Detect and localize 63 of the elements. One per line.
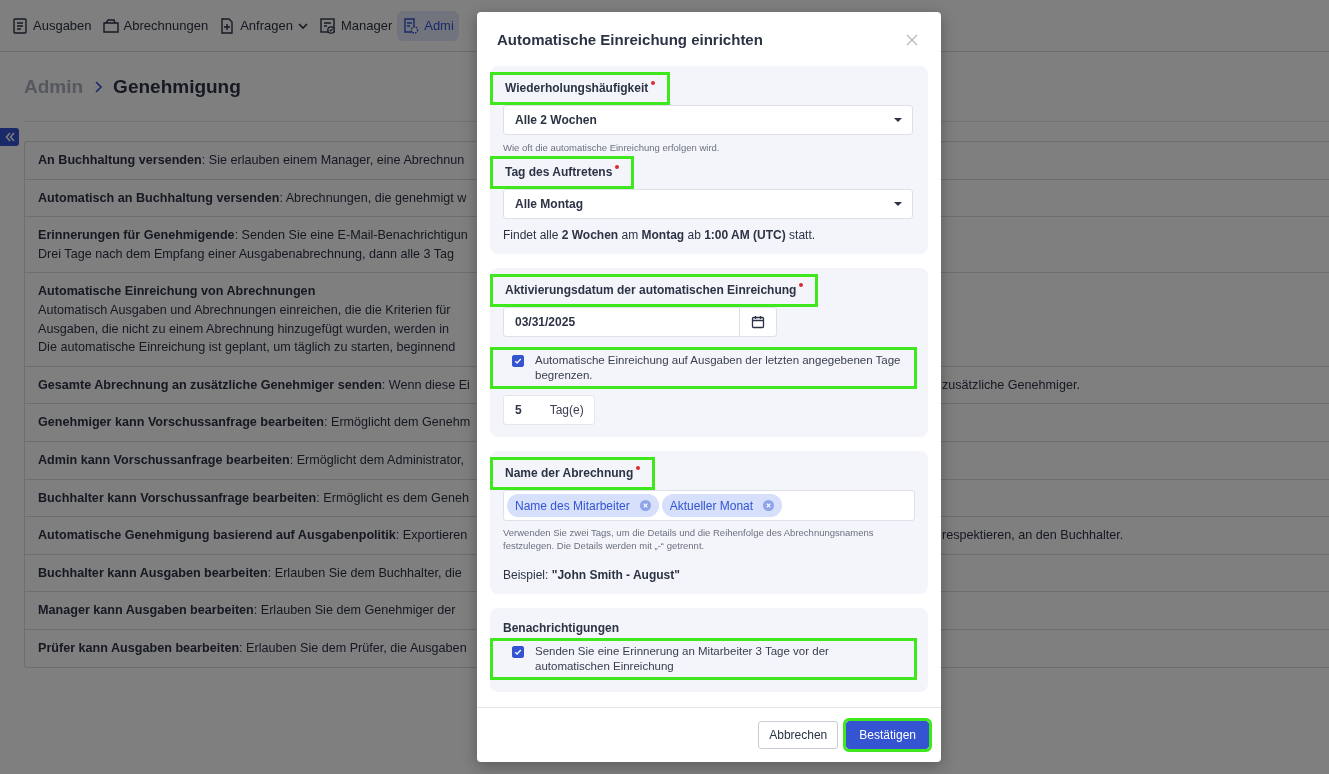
- tag-chip[interactable]: Aktueller Monat: [661, 494, 783, 517]
- nav-item[interactable]: Anfragen: [213, 10, 314, 41]
- document-check-icon: [318, 16, 337, 35]
- caret-down-icon: [894, 117, 902, 123]
- receipt-icon: [11, 16, 29, 35]
- setting-text: Prüfer kann Ausgaben bearbeiten: Erlauben Sie dem Prüfer, die Ausgaben: [38, 639, 467, 657]
- setting-text: An Buchhaltung versenden: Sie erlauben einem Manager, eine Abrechnun: [38, 152, 465, 169]
- nav-item[interactable]: Admi: [397, 10, 459, 41]
- select-field[interactable]: Alle Montag: [503, 189, 913, 219]
- setting-text: Automatisch an Buchhaltung versenden: Abrechnungen, die genehmigt w: [38, 189, 467, 207]
- dialog-title: Automatische Einreichung einrichten: [497, 31, 763, 48]
- tag-chip[interactable]: Name des Mitarbeiter: [507, 494, 659, 517]
- setting-text: Automatisch Ausgaben und Abrechnungen einreichen, die die Kriterien für: [38, 301, 451, 319]
- setting-text: Gesamte Abrechnung an zusätzliche Genehmiger senden: Wenn diese Ei: [38, 376, 470, 394]
- required-icon: [615, 165, 620, 169]
- confirm-button[interactable]: Bestätigen: [846, 721, 929, 749]
- setting-text: Automatische Einreichung von Abrechnungen: [38, 283, 316, 301]
- nav-item[interactable]: Ausgaben: [6, 10, 97, 41]
- setting-text: zusätzliche Genehmiger.: [942, 376, 1080, 394]
- setting-text: Automatische Genehmigung basierend auf Ausgabenpolitik: Exportieren: [38, 527, 468, 545]
- help-text: Verwenden Sie zwei Tags, um die Details und die Reihenfolge des Abrechnungsnamens festzulegen. Die Details werden mit „-“ getrennt.: [503, 526, 875, 552]
- required-icon: [636, 466, 641, 470]
- example-text: Beispiel: "John Smith - August": [503, 568, 680, 582]
- field-label: Aktivierungsdatum der automatischen Einreichung: [490, 274, 819, 307]
- setting-text: Buchhalter kann Vorschussanfrage bearbeiten: Ermöglicht es dem Geneh: [38, 489, 469, 507]
- required-icon: [799, 283, 804, 287]
- caret-down-icon: [894, 201, 902, 207]
- setting-text: Buchhalter kann Ausgaben bearbeiten: Erlauben Sie dem Buchhalter, die: [38, 564, 462, 582]
- help-text: Wie oft die automatische Einreichung erfolgen wird.: [503, 141, 720, 154]
- nav-item[interactable]: Manager: [313, 10, 398, 41]
- cancel-button[interactable]: Abbrechen: [758, 721, 839, 749]
- select-field[interactable]: Alle 2 Wochen: [503, 105, 913, 135]
- field-label: Wiederholungshäufigkeit: [490, 72, 671, 105]
- checkbox-label: Senden Sie eine Erinnerung an Mitarbeiter 3 Tage vor der automatischen Einreichung: [535, 644, 830, 674]
- page-title: Genehmigung: [113, 75, 241, 98]
- setting-text: Ausgaben, die nicht zu einem Abrechnung hinzugefügt wurden, werden in: [38, 320, 449, 338]
- field-label: Tag des Auftretens: [490, 156, 635, 189]
- setting-text: Manager kann Ausgaben bearbeiten: Erlauben Sie dem Genehmiger der: [38, 602, 456, 620]
- chevron-right-icon: [93, 79, 104, 94]
- checkbox[interactable]: [512, 355, 524, 367]
- setting-text: Drei Tage nach dem Empfang einer Ausgabenabrechnung, dann alle 3 Tag: [38, 245, 455, 263]
- checkbox[interactable]: [512, 646, 524, 658]
- setting-text: Erinnerungen für Genehmigende: Senden Sie eine E-Mail-Benachrichtigun: [38, 227, 468, 245]
- tag-field[interactable]: Name des Mitarbeiter Aktueller Monat: [503, 490, 915, 521]
- remove-icon[interactable]: [763, 500, 775, 511]
- days-field[interactable]: 5 Tag(e): [503, 395, 595, 425]
- section-heading: Benachrichtigungen: [503, 620, 619, 637]
- remove-icon[interactable]: [639, 500, 651, 511]
- calendar-icon: [751, 315, 765, 329]
- close-icon[interactable]: [905, 32, 919, 47]
- collapse-sidebar-button[interactable]: [0, 128, 19, 146]
- setting-text: Genehmiger kann Vorschussanfrage bearbeiten: Ermöglicht dem Genehm: [38, 414, 471, 432]
- schedule-summary: Findet alle 2 Wochen am Montag ab 1:00 AM (UTC) statt.: [503, 228, 816, 242]
- setting-text: respektieren, an den Buchhalter.: [942, 527, 1124, 545]
- setting-text: Admin kann Vorschussanfrage bearbeiten: Ermöglicht dem Administrator,: [38, 451, 464, 469]
- field-label: Name der Abrechnung: [490, 457, 656, 490]
- double-chevron-left-icon: [3, 131, 16, 143]
- required-icon: [651, 81, 656, 85]
- document-gear-icon: [402, 16, 421, 35]
- setting-text: Die automatische Einreichung ist geplant, um täglich zu starten, beginnend: [38, 339, 456, 357]
- date-field[interactable]: 03/31/2025: [503, 307, 777, 337]
- nav-item[interactable]: Abrechnungen: [96, 10, 214, 41]
- checkbox-label: Automatische Einreichung auf Ausgaben der letzten angegebenen Tage begrenzen.: [535, 353, 902, 383]
